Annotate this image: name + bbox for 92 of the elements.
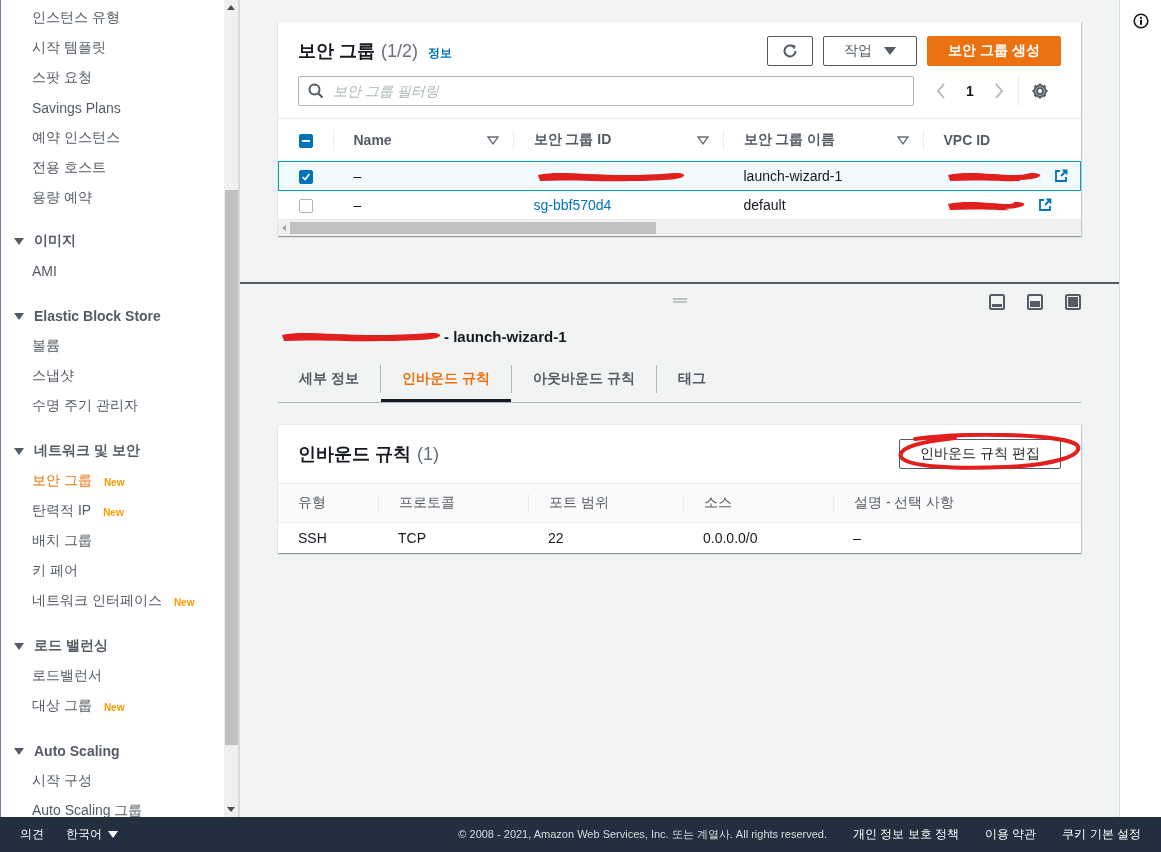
section-header[interactable]: 로드 밸런싱 (1, 631, 224, 661)
info-link[interactable]: 정보 (428, 45, 453, 62)
tab[interactable]: 아웃바운드 규칙 (511, 356, 656, 402)
horizontal-scrollbar[interactable] (278, 219, 1081, 236)
caret-icon (884, 47, 897, 55)
column-header: 유형 (297, 494, 327, 512)
table-cell: 22 (528, 522, 683, 553)
panel-title: 인바운드 규칙 (298, 443, 411, 466)
section-title: 이미지 (34, 232, 76, 250)
panel-bottom-icon[interactable] (989, 294, 1005, 310)
copyright-text: © 2008 - 2021, Amazon Web Services, Inc. 또는 계열사. All rights reserved. (458, 827, 827, 842)
table-row[interactable]: – launch-wizard-1 (278, 161, 1081, 191)
sidebar-item[interactable]: 배치 그룹 (32, 532, 92, 550)
scroll-down-icon[interactable] (227, 807, 235, 812)
drag-handle-icon[interactable] (672, 298, 687, 303)
new-label: New (103, 477, 125, 488)
select-all-checkbox[interactable] (298, 134, 313, 149)
sort-icon[interactable] (896, 135, 909, 145)
sidebar-item[interactable]: 수명 주기 관리자 (32, 397, 138, 415)
sidebar-item[interactable]: AMI (32, 263, 57, 279)
sidebar-item[interactable]: 탄력적 IP (32, 502, 92, 520)
sort-icon[interactable] (486, 135, 499, 145)
sidebar-item[interactable]: 로드밸런서 (32, 667, 102, 685)
column-header[interactable]: VPC ID (943, 132, 991, 148)
panel-title: 보안 그룹 (298, 40, 375, 63)
column-header[interactable]: 보안 그룹 이름 (743, 131, 836, 149)
search-field[interactable]: 보안 그룹 필터링 (298, 76, 914, 106)
section-title: 로드 밸런싱 (34, 637, 108, 655)
panel-half-icon[interactable] (1027, 294, 1043, 310)
section-header[interactable]: Elastic Block Store (1, 301, 224, 331)
table-cell: SSH (278, 522, 378, 553)
section-title: Elastic Block Store (34, 308, 161, 324)
caret-icon (108, 831, 118, 838)
item-count: (1) (417, 444, 439, 465)
column-header: 소스 (683, 494, 833, 512)
sidebar-item[interactable]: 전용 호스트 (32, 159, 106, 177)
table-cell: TCP (378, 522, 528, 553)
table-cell: launch-wizard-1 (722, 161, 923, 191)
sidebar-item[interactable]: 키 페어 (32, 562, 78, 580)
actions-button[interactable]: 작업 (823, 36, 918, 66)
scrollbar[interactable] (224, 0, 238, 817)
group-id-link[interactable]: sg-bbf570d4 (533, 197, 612, 213)
footer-link[interactable]: 쿠키 기본 설정 (1062, 826, 1141, 843)
sidebar-item[interactable]: 네트워크 인터페이스 (32, 592, 162, 610)
footer-link[interactable]: 이용 약관 (985, 826, 1037, 843)
row-checkbox[interactable] (299, 170, 313, 185)
sidebar-item[interactable]: 볼륨 (32, 337, 60, 355)
footer-link[interactable]: 개인 정보 보호 정책 (852, 826, 959, 843)
sidebar-item[interactable]: 시작 템플릿 (32, 39, 106, 57)
sort-icon[interactable] (696, 135, 709, 145)
column-header: 설명 - 선택 사항 (833, 494, 1081, 512)
table-cell: – (833, 522, 1081, 553)
item-count: (1/2) (381, 41, 419, 62)
section-header[interactable]: 이미지 (1, 226, 224, 256)
panel-full-icon[interactable] (1065, 294, 1081, 310)
sidebar-item[interactable]: Savings Plans (32, 100, 121, 116)
search-icon (308, 83, 324, 99)
column-header: 포트 범위 (528, 494, 683, 512)
table-cell: – (332, 161, 513, 191)
external-link-icon[interactable] (1037, 198, 1052, 212)
feedback-link[interactable]: 의견 (20, 826, 44, 843)
sidebar-item[interactable]: 예약 인스턴스 (32, 129, 120, 147)
sidebar-item[interactable]: 스냅샷 (32, 367, 74, 385)
scroll-up-icon[interactable] (227, 5, 235, 10)
new-label: New (103, 507, 124, 518)
new-label: New (103, 702, 125, 713)
settings-icon[interactable] (1030, 82, 1049, 100)
column-header[interactable]: 보안 그룹 ID (533, 131, 612, 149)
section-header[interactable]: Auto Scaling (1, 736, 224, 766)
section-header[interactable]: 네트워크 및 보안 (1, 436, 224, 466)
sidebar-item[interactable]: 대상 그룹 (32, 697, 92, 715)
column-header: 프로토콜 (378, 494, 528, 512)
sidebar-item[interactable]: 인스턴스 유형 (32, 9, 120, 27)
tab[interactable]: 태그 (656, 356, 727, 402)
row-checkbox[interactable] (298, 199, 313, 214)
refresh-button[interactable] (767, 36, 814, 66)
language-selector[interactable]: 한국어 (66, 826, 118, 843)
info-icon[interactable] (1132, 13, 1149, 29)
sidebar-item[interactable]: 용량 예약 (32, 189, 92, 207)
page-number[interactable]: 1 (966, 83, 974, 99)
table-cell: 0.0.0.0/0 (683, 522, 833, 553)
new-label: New (173, 597, 195, 608)
column-header[interactable]: Name (353, 132, 392, 148)
tab[interactable]: 세부 정보 (278, 356, 380, 402)
sidebar-item[interactable]: 시작 구성 (32, 772, 92, 790)
details-title: - launch-wizard-1 (444, 327, 567, 345)
section-title: Auto Scaling (34, 743, 120, 759)
external-link-icon[interactable] (1053, 169, 1068, 183)
refresh-icon (782, 43, 799, 59)
sidebar-item[interactable]: Auto Scaling 그룹 (32, 802, 143, 817)
sidebar-item[interactable]: 스팟 요청 (32, 69, 92, 87)
section-title: 네트워크 및 보안 (34, 442, 140, 460)
